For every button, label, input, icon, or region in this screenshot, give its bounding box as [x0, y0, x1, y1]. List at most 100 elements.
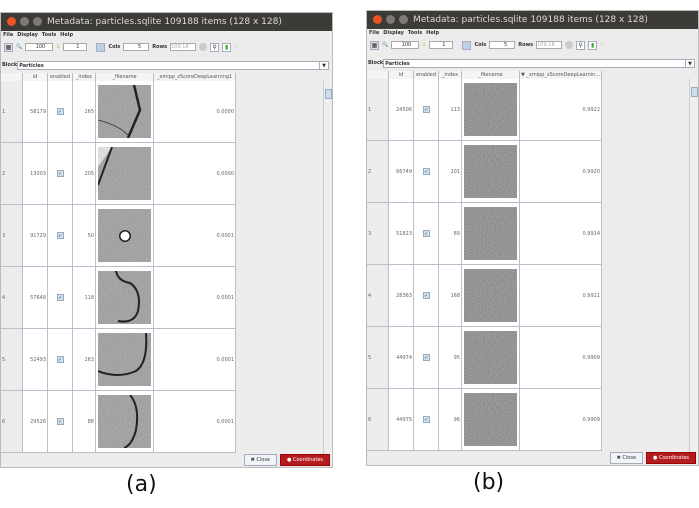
index-cell[interactable]: 163	[73, 329, 96, 391]
enabled-cell[interactable]: ✔	[48, 205, 73, 267]
menu-help[interactable]: Help	[426, 30, 439, 36]
menu-display[interactable]: Display	[17, 32, 38, 38]
enabled-cell[interactable]: ✔	[414, 79, 439, 141]
enabled-checkbox[interactable]: ✔	[56, 356, 64, 363]
menu-file[interactable]: File	[369, 30, 379, 36]
index-cell[interactable]: 89	[439, 203, 462, 265]
column-header[interactable]: ▼ _xmipp_zScoreDeepLearnin...	[520, 71, 602, 79]
refresh-icon[interactable]: ↻	[600, 42, 604, 48]
score-cell[interactable]: 0.0001	[154, 205, 236, 267]
column-header[interactable]: _index	[439, 71, 462, 79]
score-cell[interactable]: 0.9914	[520, 203, 602, 265]
zoom-input[interactable]: 100	[25, 43, 54, 51]
coordinates-button[interactable]: ● Coordinates	[646, 452, 696, 464]
cols-input[interactable]: 5	[489, 41, 516, 49]
id-cell[interactable]: 44975	[389, 389, 414, 451]
close-button[interactable]: ✖ Close	[243, 454, 278, 466]
column-header[interactable]: _xmipp_zScoreDeepLearning1	[154, 73, 236, 81]
particle-image[interactable]	[462, 79, 520, 141]
enabled-checkbox[interactable]: ✔	[422, 230, 430, 237]
column-header[interactable]: id	[23, 73, 48, 81]
enabled-cell[interactable]: ✔	[48, 391, 73, 453]
table-view-icon[interactable]: ▦	[4, 42, 13, 52]
render-icon[interactable]	[565, 41, 574, 49]
enabled-checkbox[interactable]: ✔	[56, 108, 64, 115]
enabled-checkbox[interactable]: ✔	[56, 294, 64, 301]
column-header[interactable]: _filename	[462, 71, 520, 79]
id-cell[interactable]: 52493	[23, 329, 48, 391]
enabled-cell[interactable]: ✔	[414, 389, 439, 451]
enabled-checkbox[interactable]: ✔	[422, 106, 430, 113]
find-binoculars-icon[interactable]: ⚲	[576, 40, 586, 50]
enabled-cell[interactable]: ✔	[48, 267, 73, 329]
enabled-cell[interactable]: ✔	[48, 81, 73, 143]
scrollbar-thumb[interactable]	[691, 87, 698, 97]
enabled-cell[interactable]: ✔	[48, 329, 73, 391]
score-cell[interactable]: 0.9911	[520, 265, 602, 327]
maximize-window-icon[interactable]	[399, 15, 408, 24]
particle-image[interactable]	[462, 141, 520, 203]
menu-tools[interactable]: Tools	[408, 30, 422, 36]
rows-input[interactable]: 109,18	[170, 43, 197, 51]
close-window-icon[interactable]	[7, 17, 16, 26]
particle-image[interactable]	[96, 329, 154, 391]
score-cell[interactable]: 0.0000	[154, 81, 236, 143]
particle-image[interactable]	[96, 205, 154, 267]
particle-image[interactable]	[462, 203, 520, 265]
index-cell[interactable]: 205	[73, 143, 96, 205]
score-cell[interactable]: 0.0000	[154, 143, 236, 205]
index-cell[interactable]: 165	[73, 81, 96, 143]
enabled-checkbox[interactable]: ✔	[422, 354, 430, 361]
minimize-window-icon[interactable]	[386, 15, 395, 24]
render-icon[interactable]	[199, 43, 208, 51]
close-button[interactable]: ✖ Close	[609, 452, 644, 464]
enabled-cell[interactable]: ✔	[48, 143, 73, 205]
index-cell[interactable]: 168	[439, 265, 462, 327]
zoom-input[interactable]: 100	[391, 41, 420, 49]
score-cell[interactable]: 0.0001	[154, 267, 236, 329]
index-cell[interactable]: 201	[439, 141, 462, 203]
chevron-down-icon[interactable]: ▼	[319, 61, 328, 69]
index-cell[interactable]: 95	[439, 327, 462, 389]
block-select[interactable]: Particles ▼	[17, 60, 329, 70]
maximize-window-icon[interactable]	[33, 17, 42, 26]
index-cell[interactable]: 118	[73, 267, 96, 329]
enabled-checkbox[interactable]: ✔	[56, 418, 64, 425]
id-cell[interactable]: 24506	[389, 79, 414, 141]
column-header[interactable]: _filename	[96, 73, 154, 81]
id-cell[interactable]: 44974	[389, 327, 414, 389]
particle-image[interactable]	[96, 81, 154, 143]
index-cell[interactable]: 88	[73, 391, 96, 453]
id-cell[interactable]: 66749	[389, 141, 414, 203]
column-header[interactable]: enabled	[48, 73, 73, 81]
enabled-cell[interactable]: ✔	[414, 141, 439, 203]
score-cell[interactable]: 0.0001	[154, 329, 236, 391]
id-cell[interactable]: 28363	[389, 265, 414, 327]
find-binoculars-icon[interactable]: ⚲	[210, 42, 220, 52]
close-window-icon[interactable]	[373, 15, 382, 24]
minimize-window-icon[interactable]	[20, 17, 29, 26]
enabled-checkbox[interactable]: ✔	[422, 292, 430, 299]
menu-help[interactable]: Help	[60, 32, 73, 38]
gallery-view-icon[interactable]	[462, 40, 472, 50]
index-cell[interactable]: 50	[73, 205, 96, 267]
id-cell[interactable]: 57648	[23, 267, 48, 329]
gallery-view-icon[interactable]	[96, 42, 106, 52]
menu-file[interactable]: File	[3, 32, 13, 38]
plot-icon[interactable]: ▮	[588, 40, 598, 50]
coordinates-button[interactable]: ● Coordinates	[280, 454, 330, 466]
enabled-checkbox[interactable]: ✔	[422, 168, 430, 175]
refresh-icon[interactable]: ↻	[234, 44, 238, 50]
enabled-cell[interactable]: ✔	[414, 327, 439, 389]
particle-image[interactable]	[96, 267, 154, 329]
index-cell[interactable]: 96	[439, 389, 462, 451]
particle-image[interactable]	[462, 327, 520, 389]
vertical-scrollbar[interactable]	[689, 79, 698, 455]
particle-image[interactable]	[96, 143, 154, 205]
enabled-checkbox[interactable]: ✔	[56, 170, 64, 177]
particle-image[interactable]	[96, 391, 154, 453]
chevron-down-icon[interactable]: ▼	[685, 59, 694, 67]
particle-image[interactable]	[462, 265, 520, 327]
index-cell[interactable]: 113	[439, 79, 462, 141]
score-cell[interactable]: 0.0001	[154, 391, 236, 453]
